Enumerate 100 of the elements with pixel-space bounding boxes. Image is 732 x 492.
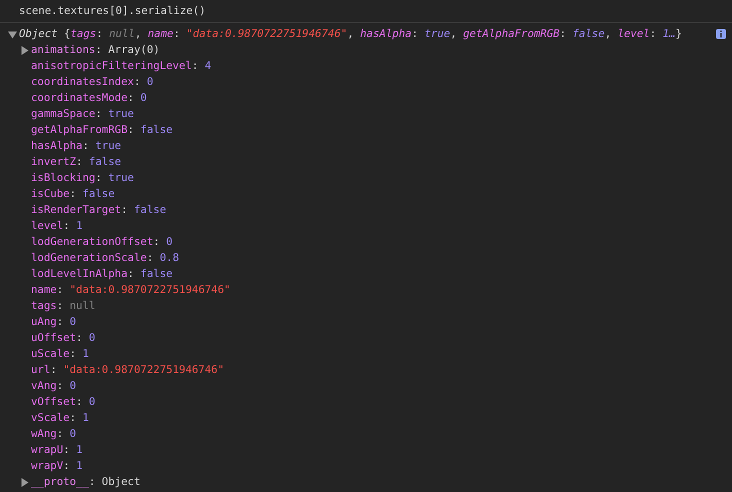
property-value: 0 xyxy=(88,394,96,410)
separator-text: : xyxy=(63,442,71,458)
separator-text: : xyxy=(95,106,103,122)
delimiter-text: , xyxy=(450,26,458,42)
property-key: tags xyxy=(31,298,57,314)
property-key: isRenderTarget xyxy=(31,202,122,218)
preview-key: tags xyxy=(70,26,96,42)
separator-text: : xyxy=(146,250,154,266)
property-value: 0 xyxy=(70,314,76,330)
separator-text: : xyxy=(128,90,135,106)
separator-text: : xyxy=(76,394,84,410)
property-value: false xyxy=(140,122,173,138)
property-value: 0 xyxy=(140,90,147,106)
property-value: false xyxy=(82,186,115,202)
property-value: 1 xyxy=(76,442,82,458)
property-value: false xyxy=(140,266,173,282)
property-key: wAng xyxy=(31,426,57,442)
preview-value: null xyxy=(109,26,135,42)
separator-text: : xyxy=(56,298,64,314)
preview-value: 1… xyxy=(662,26,676,42)
property-value: 1 xyxy=(82,346,89,362)
property-value: false xyxy=(88,154,122,170)
property-key: name xyxy=(31,282,57,298)
property-value: false xyxy=(134,202,166,218)
preview-value: true xyxy=(424,26,450,42)
preview-value: false xyxy=(572,26,605,42)
separator-text: : xyxy=(128,122,135,138)
property-key: uAng xyxy=(31,314,57,330)
collapsed-triangle-icon[interactable] xyxy=(20,478,29,486)
property-value: 0 xyxy=(166,234,173,250)
property-value: "data:0.9870722751946746" xyxy=(70,282,230,298)
property-value: 1 xyxy=(76,458,82,474)
collapsed-triangle-icon[interactable] xyxy=(20,46,29,54)
preview-key: getAlphaFromRGB xyxy=(463,26,560,42)
property-value: 1 xyxy=(82,410,89,426)
preview-key: level xyxy=(618,26,650,42)
separator-text: : xyxy=(88,474,96,490)
property-key: isBlocking xyxy=(31,170,96,186)
separator-text: : xyxy=(95,42,103,58)
property-key: __proto__ xyxy=(31,474,89,490)
separator-text: : xyxy=(134,74,142,90)
console-command: scene.textures[0].serialize() xyxy=(19,4,206,17)
separator-text: : xyxy=(121,202,129,218)
separator-text: : xyxy=(96,26,104,42)
object-type-label: Object xyxy=(19,26,58,42)
separator-text: : xyxy=(50,362,58,378)
property-key: anisotropicFilteringLevel xyxy=(31,58,192,74)
delimiter-text: , xyxy=(604,26,612,42)
property-key: lodGenerationOffset xyxy=(31,234,154,250)
separator-text: : xyxy=(70,410,78,426)
property-value: Array(0) xyxy=(108,42,160,58)
info-icon[interactable] xyxy=(716,29,726,39)
property-key: lodLevelInAlpha xyxy=(31,266,128,282)
property-key: wrapU xyxy=(31,442,64,458)
separator-text: : xyxy=(56,314,64,330)
separator-text: : xyxy=(56,378,64,394)
separator-text: : xyxy=(153,234,161,250)
separator-text: : xyxy=(173,26,181,42)
property-key: uOffset xyxy=(31,330,76,346)
separator-text: : xyxy=(560,26,568,42)
brace-text: } xyxy=(676,26,682,42)
separator-text: : xyxy=(76,330,84,346)
property-value: 0 xyxy=(146,74,154,90)
separator-text: : xyxy=(56,426,64,442)
property-value: 0 xyxy=(88,330,96,346)
separator-text: : xyxy=(63,458,71,474)
separator-text: : xyxy=(70,186,78,202)
property-value: Object xyxy=(102,474,140,490)
property-key: vScale xyxy=(31,410,70,426)
delimiter-text: , xyxy=(347,26,355,42)
separator-text: : xyxy=(192,58,200,74)
brace-text: { xyxy=(63,26,70,42)
property-value: 0.8 xyxy=(160,250,180,266)
property-value: true xyxy=(108,170,134,186)
property-key: uScale xyxy=(31,346,70,362)
property-value: "data:0.9870722751946746" xyxy=(63,362,224,378)
separator-text: : xyxy=(650,26,658,42)
property-key: vOffset xyxy=(31,394,76,410)
property-key: invertZ xyxy=(31,154,76,170)
property-value: true xyxy=(95,138,122,154)
property-value: 1 xyxy=(76,218,82,234)
property-key: getAlphaFromRGB xyxy=(31,122,128,138)
property-key: url xyxy=(31,362,50,378)
separator-text: : xyxy=(82,138,90,154)
delimiter-text: , xyxy=(134,26,142,42)
property-key: gammaSpace xyxy=(31,106,96,122)
separator-text: : xyxy=(56,282,64,298)
expanded-triangle-icon[interactable] xyxy=(8,30,17,38)
preview-key: name xyxy=(148,26,174,42)
property-key: isCube xyxy=(31,186,70,202)
separator-text: : xyxy=(63,218,71,234)
property-value: 0 xyxy=(70,378,76,394)
preview-value: "data:0.9870722751946746" xyxy=(186,26,348,42)
property-key: wrapV xyxy=(31,458,64,474)
separator-text: : xyxy=(70,346,78,362)
property-key: animations xyxy=(31,42,96,58)
property-value: true xyxy=(108,106,134,122)
property-value: 4 xyxy=(204,58,212,74)
property-key: level xyxy=(31,218,64,234)
property-value: 0 xyxy=(70,426,76,442)
